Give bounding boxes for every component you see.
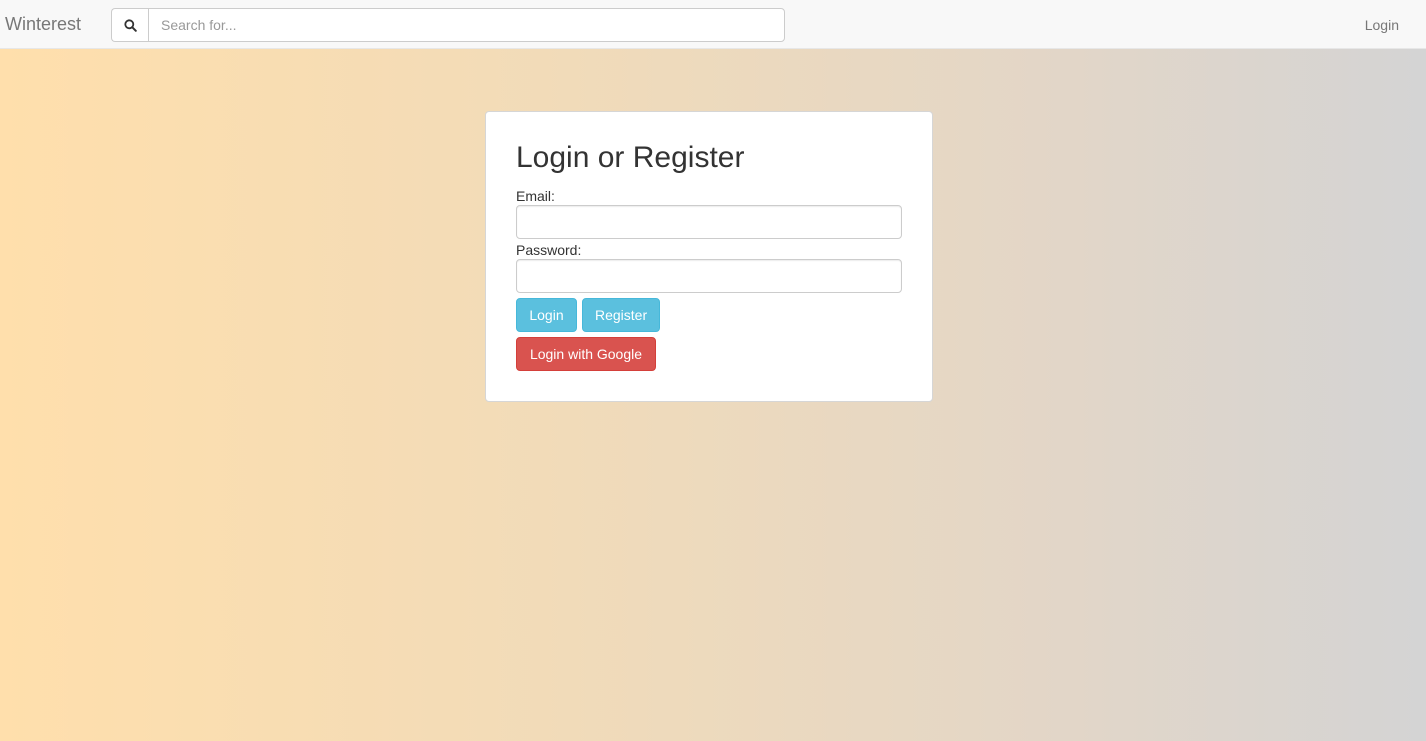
top-navbar: Winterest Login (0, 0, 1426, 49)
nav-login-link[interactable]: Login (1365, 15, 1399, 35)
google-login-button[interactable]: Login with Google (516, 337, 656, 371)
password-field[interactable] (516, 259, 902, 293)
register-button[interactable]: Register (582, 298, 660, 332)
search-icon[interactable] (111, 8, 148, 42)
login-button[interactable]: Login (516, 298, 577, 332)
password-label: Password: (516, 242, 582, 258)
search-group (111, 8, 785, 42)
login-card: Login or Register Email: Password: Login… (485, 111, 933, 402)
card-title: Login or Register (516, 141, 745, 174)
search-input[interactable] (148, 8, 785, 42)
brand-link[interactable]: Winterest (5, 13, 81, 35)
email-field[interactable] (516, 205, 902, 239)
email-label: Email: (516, 188, 555, 204)
